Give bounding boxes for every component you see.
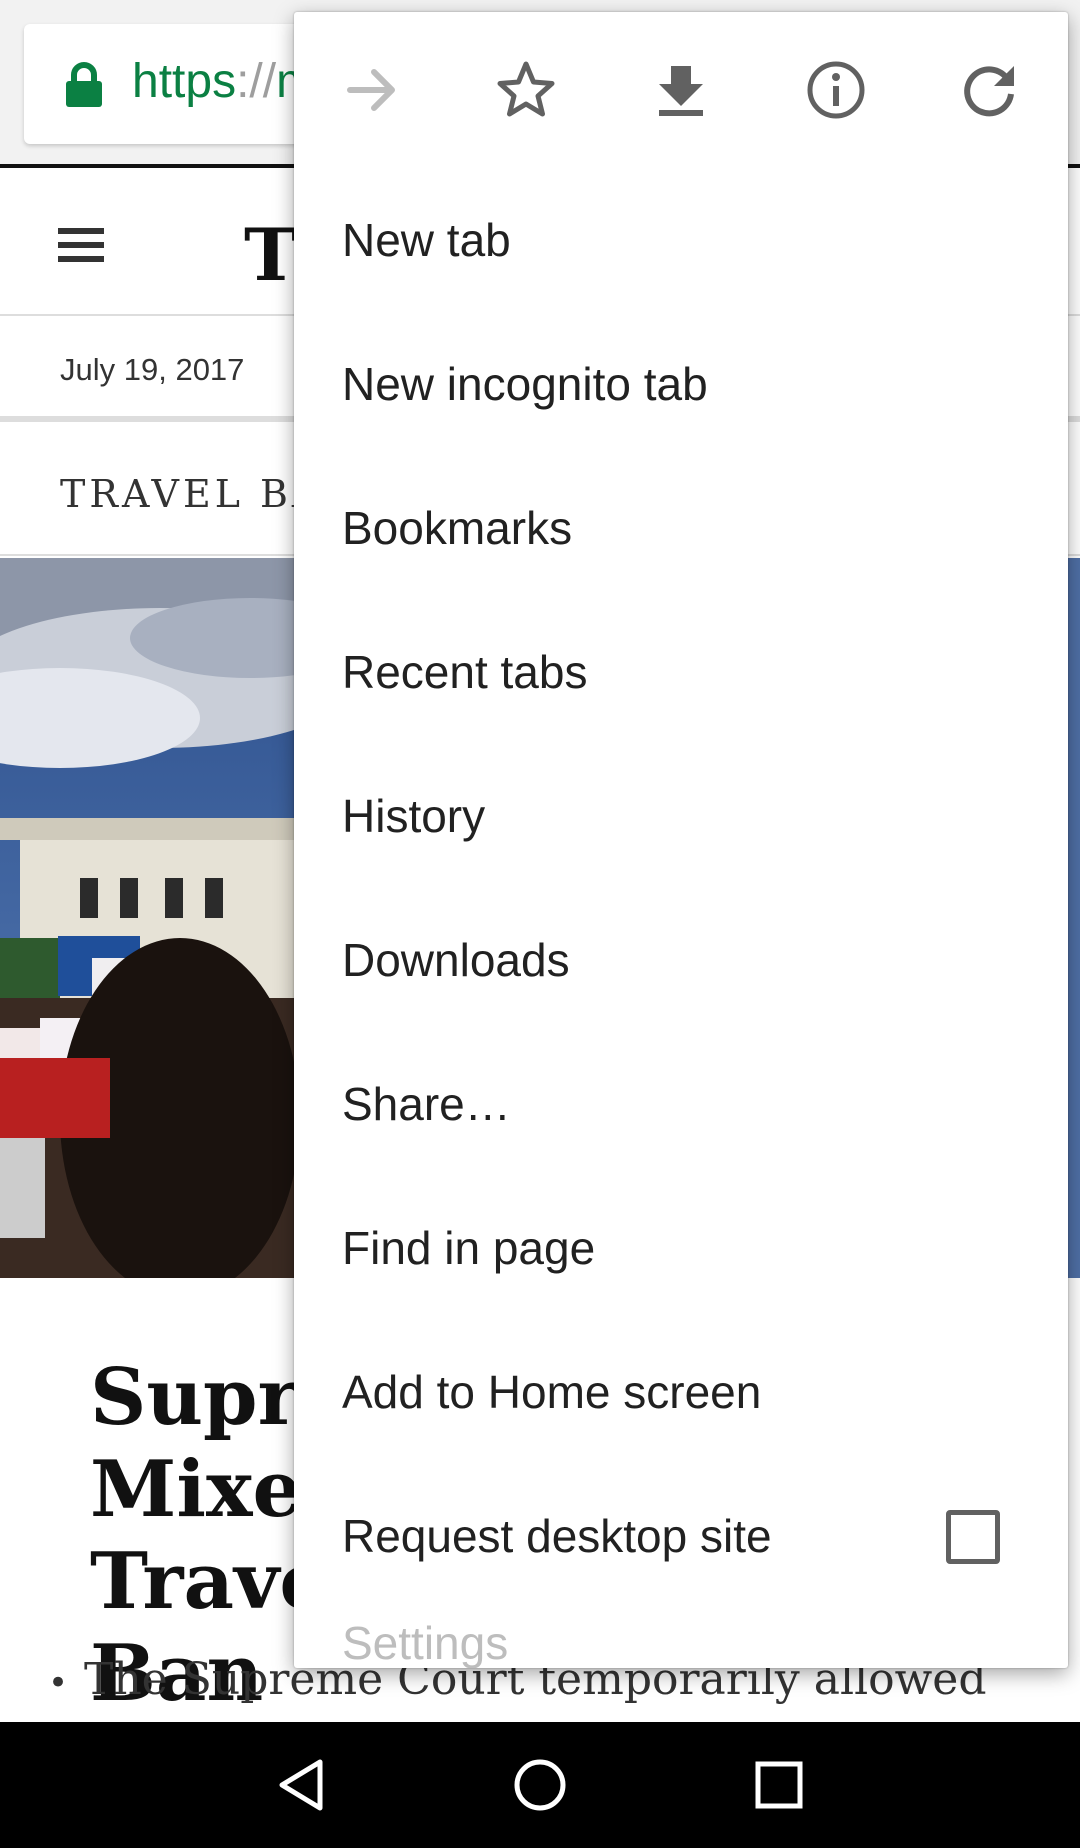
menu-item-bookmarks[interactable]: Bookmarks: [294, 456, 1068, 600]
site-logo[interactable]: T: [244, 212, 298, 297]
menu-icon-row: [294, 12, 1068, 162]
menu-item-new-tab[interactable]: New tab: [294, 168, 1068, 312]
bullet-icon: •: [48, 1662, 69, 1703]
refresh-icon[interactable]: [956, 56, 1024, 124]
menu-item-downloads[interactable]: Downloads: [294, 888, 1068, 1032]
menu-item-new-incognito-tab[interactable]: New incognito tab: [294, 312, 1068, 456]
menu-item-share[interactable]: Share…: [294, 1032, 1068, 1176]
info-icon[interactable]: [802, 56, 870, 124]
back-icon[interactable]: [268, 1752, 334, 1818]
star-icon[interactable]: [492, 56, 560, 124]
menu-item-request-desktop-site[interactable]: Request desktop site: [294, 1464, 1068, 1608]
url-text[interactable]: https://m: [132, 52, 316, 112]
home-icon[interactable]: [507, 1752, 573, 1818]
navigation-bar: [0, 1722, 1080, 1848]
menu-list: New tab New incognito tab Bookmarks Rece…: [294, 168, 1068, 1668]
menu-item-history[interactable]: History: [294, 744, 1068, 888]
recents-icon[interactable]: [746, 1752, 812, 1818]
article-date: July 19, 2017: [60, 352, 245, 387]
menu-item-add-to-home-screen[interactable]: Add to Home screen: [294, 1320, 1068, 1464]
overflow-menu: New tab New incognito tab Bookmarks Rece…: [294, 12, 1068, 1668]
request-desktop-site-checkbox[interactable]: [946, 1510, 1000, 1564]
forward-icon[interactable]: [338, 56, 406, 124]
menu-item-settings[interactable]: Settings: [294, 1608, 1068, 1668]
hamburger-menu-icon[interactable]: [58, 228, 104, 262]
download-icon[interactable]: [647, 56, 715, 124]
menu-item-find-in-page[interactable]: Find in page: [294, 1176, 1068, 1320]
menu-item-recent-tabs[interactable]: Recent tabs: [294, 600, 1068, 744]
lock-icon: [66, 62, 102, 107]
